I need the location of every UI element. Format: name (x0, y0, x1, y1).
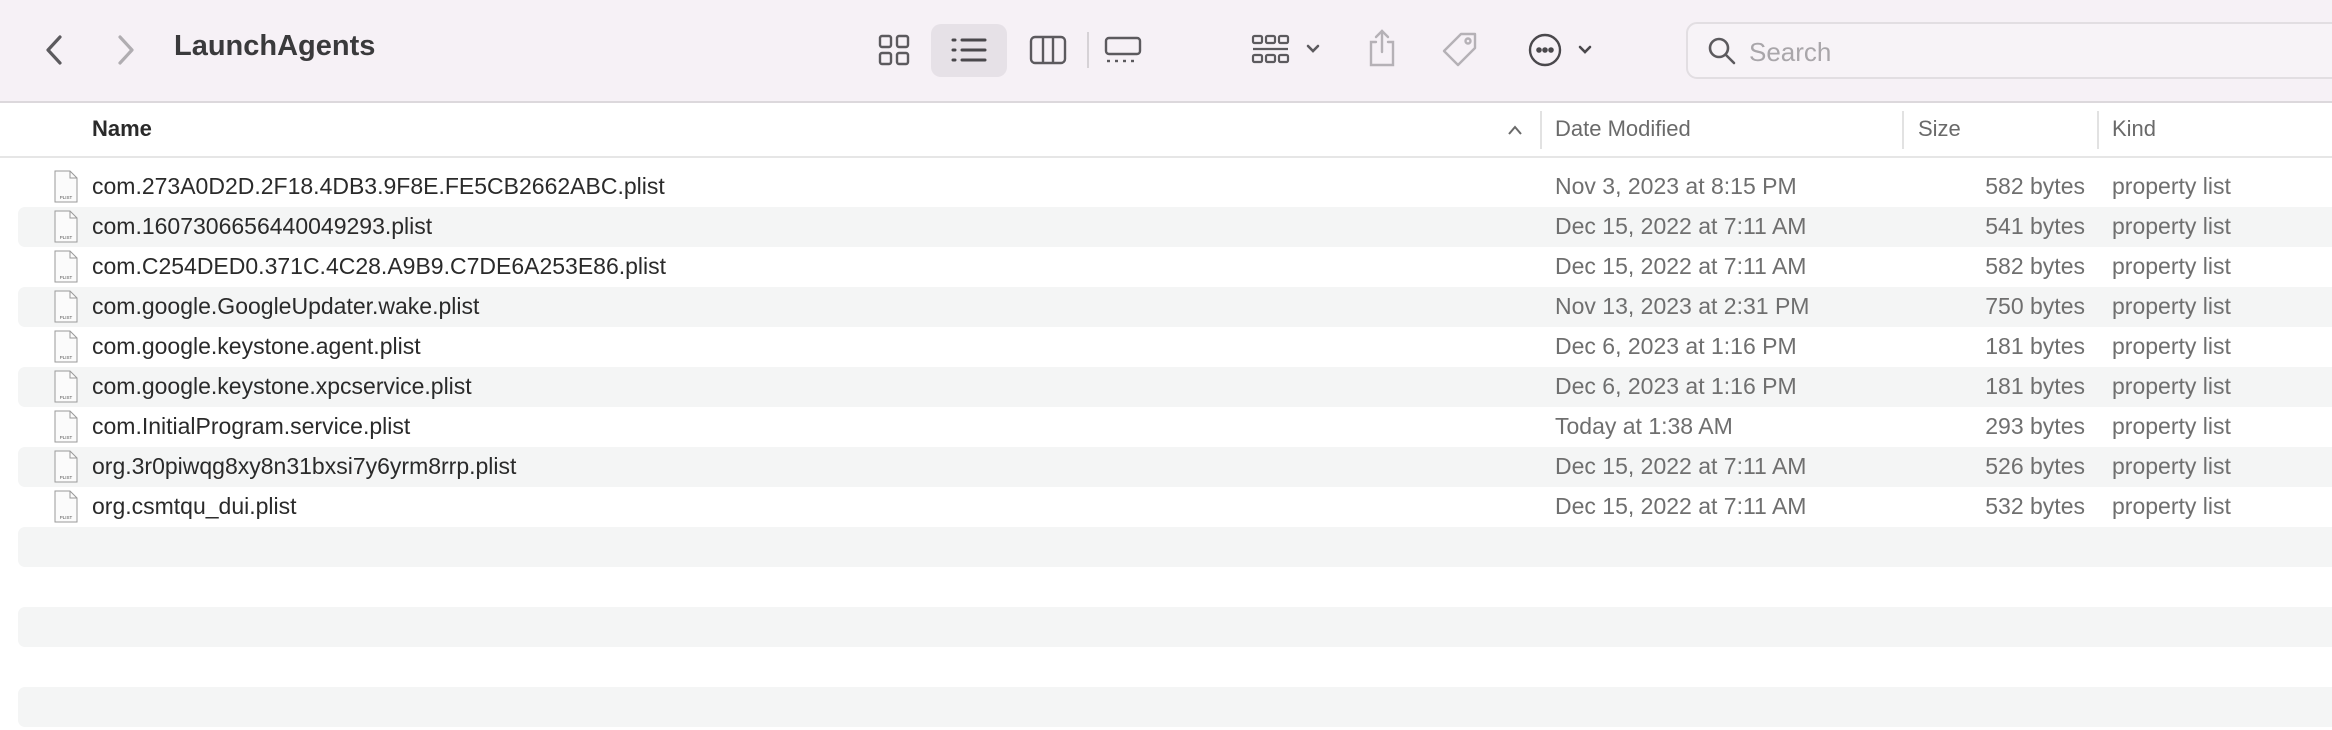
plist-icon-label: PLIST (60, 395, 73, 400)
toolbar: LaunchAgents Search (0, 0, 2332, 103)
plist-icon-label: PLIST (60, 235, 73, 240)
file-row[interactable]: PLIST com.C254DED0.371C.4C28.A9B9.C7DE6A2… (18, 247, 2332, 287)
forward-chevron-icon[interactable] (110, 32, 142, 68)
column-divider[interactable] (2097, 111, 2099, 149)
file-size: 181 bytes (1985, 333, 2085, 359)
file-name: com.google.keystone.xpcservice.plist (92, 373, 472, 399)
file-row[interactable]: PLIST com.1607306656440049293.plist Dec 15… (18, 207, 2332, 247)
date-column-header[interactable]: Date Modified (1555, 116, 1691, 142)
tag-icon[interactable] (1440, 30, 1480, 70)
plist-icon-label: PLIST (60, 275, 73, 280)
file-date-modified: Dec 15, 2022 at 7:11 AM (1555, 453, 1807, 479)
file-row[interactable]: PLIST org.csmtqu_dui.plist Dec 15, 2022 at… (18, 487, 2332, 527)
file-kind: property list (2112, 453, 2231, 479)
name-column-header[interactable]: Name (92, 116, 152, 142)
file-date-modified: Today at 1:38 AM (1555, 413, 1733, 439)
file-name: com.google.GoogleUpdater.wake.plist (92, 293, 480, 319)
file-row[interactable]: PLIST com.google.keystone.xpcservice.plis… (18, 367, 2332, 407)
file-name: com.C254DED0.371C.4C28.A9B9.C7DE6A253E86… (92, 253, 667, 279)
file-size: 582 bytes (1985, 173, 2085, 199)
file-kind: property list (2112, 213, 2231, 239)
file-date-modified: Nov 13, 2023 at 2:31 PM (1555, 293, 1810, 319)
file-row[interactable]: PLIST com.InitialProgram.service.plist Tod… (18, 407, 2332, 447)
back-chevron-icon[interactable] (38, 32, 70, 68)
file-kind: property list (2112, 333, 2231, 359)
plist-file-icon: PLIST (54, 450, 78, 483)
search-placeholder: Search (1749, 37, 1832, 67)
group-by-button[interactable] (1250, 32, 1326, 68)
empty-row (18, 647, 2332, 687)
file-date-modified: Dec 6, 2023 at 1:16 PM (1555, 333, 1797, 359)
search-icon (1708, 37, 1736, 65)
column-view-button[interactable] (1028, 32, 1068, 68)
empty-row (18, 607, 2332, 647)
window-title: LaunchAgents (174, 30, 376, 62)
file-date-modified: Nov 3, 2023 at 8:15 PM (1555, 173, 1797, 199)
column-divider[interactable] (1902, 111, 1904, 149)
plist-icon-label: PLIST (60, 355, 73, 360)
file-size: 181 bytes (1985, 373, 2085, 399)
file-kind: property list (2112, 293, 2231, 319)
plist-file-icon: PLIST (54, 370, 78, 403)
file-row[interactable]: PLIST com.google.keystone.agent.plist Dec … (18, 327, 2332, 367)
file-date-modified: Dec 15, 2022 at 7:11 AM (1555, 493, 1807, 519)
empty-row (18, 527, 2332, 567)
plist-file-icon: PLIST (54, 250, 78, 283)
file-name: org.3r0piwqg8xy8n31bxsi7y6yrm8rrp.plist (92, 453, 517, 479)
file-date-modified: Dec 15, 2022 at 7:11 AM (1555, 253, 1807, 279)
column-header: Name Date Modified Size Kind (0, 103, 2332, 158)
empty-row (18, 567, 2332, 607)
plist-file-icon: PLIST (54, 410, 78, 443)
plist-file-icon: PLIST (54, 170, 78, 203)
file-size: 532 bytes (1985, 493, 2085, 519)
file-name: org.csmtqu_dui.plist (92, 493, 297, 519)
file-name: com.InitialProgram.service.plist (92, 413, 411, 439)
plist-icon-label: PLIST (60, 315, 73, 320)
plist-icon-label: PLIST (60, 475, 73, 480)
file-size: 750 bytes (1985, 293, 2085, 319)
share-icon[interactable] (1364, 26, 1400, 70)
size-column-header[interactable]: Size (1918, 116, 1961, 142)
file-name: com.273A0D2D.2F18.4DB3.9F8E.FE5CB2662ABC… (92, 173, 665, 199)
file-date-modified: Dec 6, 2023 at 1:16 PM (1555, 373, 1797, 399)
toolbar-separator (1087, 32, 1089, 68)
icon-view-button[interactable] (876, 32, 912, 68)
file-row[interactable]: PLIST com.google.GoogleUpdater.wake.plist… (18, 287, 2332, 327)
list-view-icon[interactable] (951, 32, 987, 68)
sort-ascending-chevron-icon[interactable] (1507, 124, 1523, 136)
file-size: 541 bytes (1985, 213, 2085, 239)
search-input[interactable]: Search (1686, 22, 2332, 79)
file-kind: property list (2112, 373, 2231, 399)
file-size: 582 bytes (1985, 253, 2085, 279)
kind-column-header[interactable]: Kind (2112, 116, 2156, 142)
file-row[interactable]: PLIST org.3r0piwqg8xy8n31bxsi7y6yrm8rrp.p… (18, 447, 2332, 487)
empty-row (18, 687, 2332, 727)
file-kind: property list (2112, 253, 2231, 279)
gallery-view-button[interactable] (1103, 32, 1143, 68)
more-actions-button[interactable] (1526, 30, 1602, 70)
file-name: com.google.keystone.agent.plist (92, 333, 421, 359)
plist-file-icon: PLIST (54, 290, 78, 323)
column-divider[interactable] (1540, 111, 1542, 149)
file-kind: property list (2112, 493, 2231, 519)
file-kind: property list (2112, 173, 2231, 199)
plist-icon-label: PLIST (60, 435, 73, 440)
plist-file-icon: PLIST (54, 490, 78, 523)
file-size: 293 bytes (1985, 413, 2085, 439)
plist-icon-label: PLIST (60, 515, 73, 520)
plist-file-icon: PLIST (54, 210, 78, 243)
file-date-modified: Dec 15, 2022 at 7:11 AM (1555, 213, 1807, 239)
file-name: com.1607306656440049293.plist (92, 213, 433, 239)
file-row[interactable]: PLIST com.273A0D2D.2F18.4DB3.9F8E.FE5CB26… (18, 167, 2332, 207)
plist-icon-label: PLIST (60, 195, 73, 200)
file-size: 526 bytes (1985, 453, 2085, 479)
file-kind: property list (2112, 413, 2231, 439)
plist-file-icon: PLIST (54, 330, 78, 363)
